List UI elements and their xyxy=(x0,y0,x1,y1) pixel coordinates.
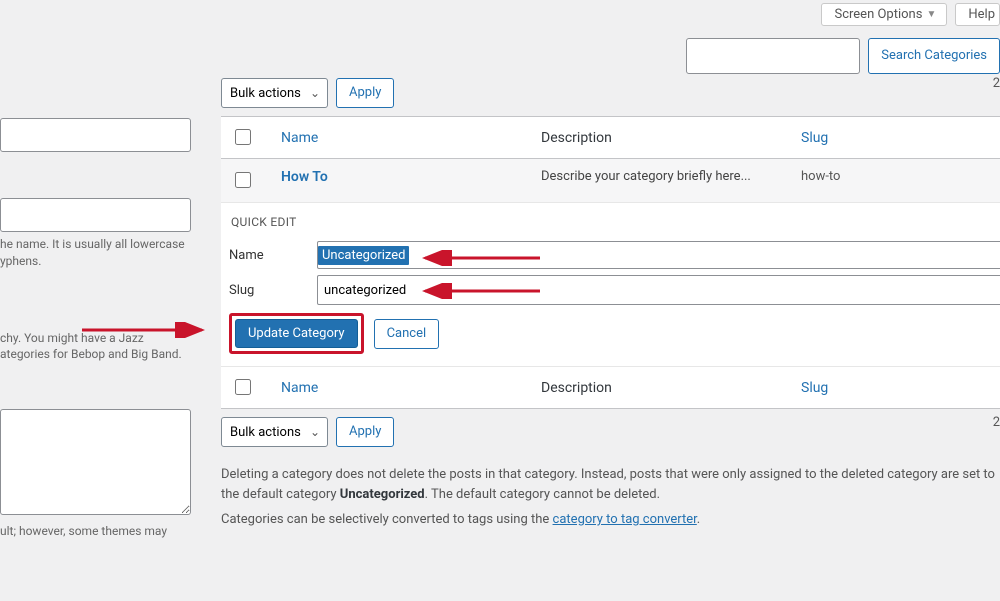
bulk-actions-wrap-bottom: Bulk actions ⌄ xyxy=(221,417,328,447)
highlight-box: Update Category xyxy=(229,313,364,354)
column-description: Description xyxy=(531,117,791,159)
help-toggle[interactable]: Help xyxy=(955,3,1000,26)
description-field[interactable] xyxy=(0,409,191,515)
parent-hint: chy. You might have a Jazz ategories for… xyxy=(0,330,190,364)
bulk-actions-select-bottom[interactable]: Bulk actions xyxy=(221,417,328,447)
search-categories-button[interactable]: Search Categories xyxy=(868,38,1000,74)
category-name-link[interactable]: How To xyxy=(281,169,328,185)
column-name[interactable]: Name xyxy=(271,117,531,159)
item-count-top: 2 xyxy=(993,76,1000,91)
quickedit-name-value: Uncategorized xyxy=(318,246,409,265)
chevron-down-icon: ▼ xyxy=(926,9,936,20)
cancel-button[interactable]: Cancel xyxy=(374,319,440,349)
screen-options-toggle[interactable]: Screen Options ▼ xyxy=(821,3,947,26)
column-slug[interactable]: Slug xyxy=(791,117,1000,159)
category-description: Describe your category briefly here... xyxy=(541,169,751,184)
column-slug-bottom[interactable]: Slug xyxy=(791,367,1000,409)
column-name-bottom[interactable]: Name xyxy=(271,367,531,409)
quick-edit-title: QUICK EDIT xyxy=(229,215,1000,229)
converter-link[interactable]: category to tag converter xyxy=(553,512,697,527)
apply-button-top[interactable]: Apply xyxy=(336,78,394,108)
item-count-bottom: 2 xyxy=(993,415,1000,430)
quick-edit-row: QUICK EDIT Name Uncategorized Slug xyxy=(221,203,1000,367)
quickedit-name-input[interactable]: Uncategorized xyxy=(317,241,1000,269)
slug-field[interactable] xyxy=(0,198,191,232)
table-row: How To Describe your category briefly he… xyxy=(221,159,1000,203)
name-field[interactable] xyxy=(0,118,191,152)
row-checkbox[interactable] xyxy=(235,172,251,188)
slug-hint: he name. It is usually all lowercase yph… xyxy=(0,236,190,270)
apply-button-bottom[interactable]: Apply xyxy=(336,417,394,447)
column-description-bottom: Description xyxy=(531,367,791,409)
quickedit-slug-label: Slug xyxy=(229,283,317,298)
bulk-actions-select[interactable]: Bulk actions xyxy=(221,78,328,108)
description-hint: ult; however, some themes may xyxy=(0,523,190,540)
help-label: Help xyxy=(968,7,995,22)
search-input[interactable] xyxy=(686,38,860,74)
quickedit-slug-input[interactable] xyxy=(317,275,1000,305)
category-slug: how-to xyxy=(801,169,840,184)
footer-note: Deleting a category does not delete the … xyxy=(221,465,1000,530)
select-all-checkbox-bottom[interactable] xyxy=(235,379,251,395)
update-category-button[interactable]: Update Category xyxy=(235,319,358,348)
select-all-checkbox[interactable] xyxy=(235,129,251,145)
quickedit-name-label: Name xyxy=(229,248,317,263)
screen-options-label: Screen Options xyxy=(834,7,922,22)
bulk-actions-wrap: Bulk actions ⌄ xyxy=(221,78,328,108)
